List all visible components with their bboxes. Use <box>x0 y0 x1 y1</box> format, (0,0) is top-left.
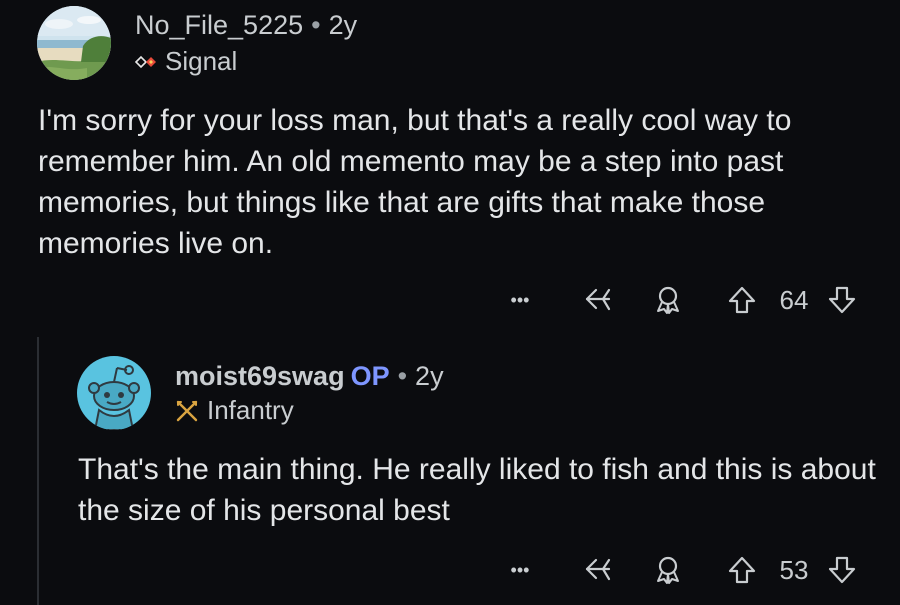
downvote-icon <box>828 556 856 584</box>
downvote-button[interactable] <box>822 550 862 590</box>
vote-score: 64 <box>779 284 809 315</box>
more-icon: ••• <box>510 289 530 310</box>
award-button[interactable] <box>648 550 688 590</box>
flair-label: Infantry <box>207 395 294 425</box>
op-badge: OP <box>350 361 390 391</box>
vote-score: 53 <box>779 554 809 585</box>
comment-author[interactable]: moist69swag OP • 2y <box>175 361 444 392</box>
user-flair: Signal <box>135 46 237 77</box>
beach-landscape-avatar-image <box>37 6 111 80</box>
comment-age: 2y <box>415 361 444 391</box>
flair-label: Signal <box>165 46 238 76</box>
separator-dot: • <box>311 10 321 40</box>
reply-icon <box>585 558 611 581</box>
downvote-button[interactable] <box>822 280 862 320</box>
username[interactable]: No_File_5225 <box>135 10 303 40</box>
reply-button[interactable] <box>578 550 618 590</box>
snoo-avatar-image <box>77 356 151 430</box>
comment: No_File_5225 • 2y Signal I'm sorry for you… <box>0 0 900 345</box>
reply-button[interactable] <box>578 280 618 320</box>
upvote-button[interactable] <box>722 280 762 320</box>
comment-age: 2y <box>328 10 358 40</box>
upvote-icon <box>728 556 756 584</box>
award-icon <box>657 286 679 314</box>
separator-dot: • <box>397 361 408 391</box>
more-icon: ••• <box>510 559 530 580</box>
more-options-button[interactable]: ••• <box>500 280 540 320</box>
user-flair: Infantry <box>175 395 294 426</box>
avatar[interactable] <box>37 6 111 80</box>
upvote-icon <box>728 286 756 314</box>
comment-reply: moist69swag OP • 2y Infantry That's the mai… <box>0 345 900 605</box>
username[interactable]: moist69swag <box>175 361 345 391</box>
comment-body: I'm sorry for your loss man, but that's … <box>38 104 792 260</box>
comment-body: That's the main thing. He really liked t… <box>78 453 876 527</box>
downvote-icon <box>828 286 856 314</box>
crossed-rifles-icon <box>176 400 198 421</box>
reply-icon <box>585 288 611 311</box>
signal-flags-icon <box>135 55 156 68</box>
comment-author[interactable]: No_File_5225 • 2y <box>135 10 357 41</box>
award-icon <box>657 556 679 584</box>
upvote-button[interactable] <box>722 550 762 590</box>
avatar[interactable] <box>77 356 151 430</box>
more-options-button[interactable]: ••• <box>500 550 540 590</box>
award-button[interactable] <box>648 280 688 320</box>
